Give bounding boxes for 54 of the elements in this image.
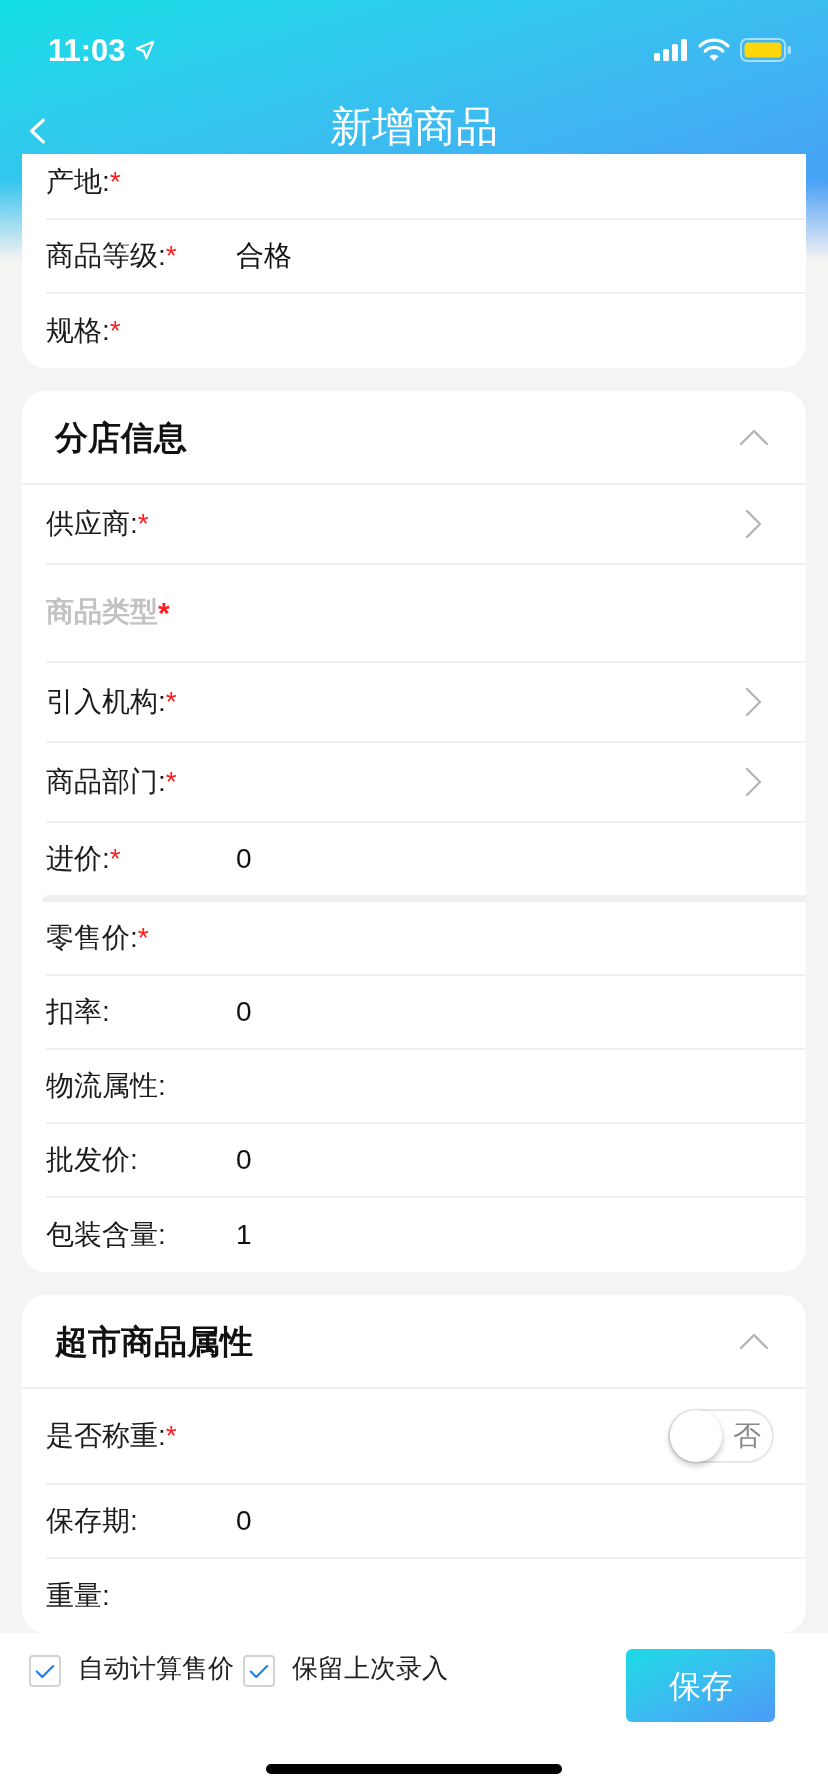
field-value[interactable]: 合格 <box>236 242 292 270</box>
status-time: 11:03 <box>48 34 126 66</box>
signal-icon <box>654 38 688 62</box>
checkmark-icon <box>35 1663 55 1679</box>
page-title: 新增商品 <box>330 102 498 148</box>
wifi-icon <box>698 38 730 62</box>
required-asterisk: * <box>165 1422 177 1450</box>
field-label: 包装含量: <box>46 1221 166 1249</box>
field-label: 供应商: <box>46 510 138 538</box>
field-value[interactable]: 0 <box>236 845 252 873</box>
field-label: 产地: <box>46 168 110 196</box>
checkbox[interactable] <box>243 1655 275 1687</box>
required-asterisk: * <box>109 845 121 873</box>
field-value[interactable]: 1 <box>236 1221 252 1249</box>
chevron-right-icon[interactable] <box>744 509 762 539</box>
chevron-up-icon[interactable] <box>739 1332 769 1350</box>
section-title: 超市商品属性 <box>55 1324 253 1358</box>
required-asterisk: * <box>165 688 177 716</box>
chevron-right-icon[interactable] <box>744 687 762 717</box>
field-label: 保存期: <box>46 1507 138 1535</box>
field-label: 进价: <box>46 845 110 873</box>
field-label: 商品部门: <box>46 768 166 796</box>
required-asterisk: * <box>109 317 121 345</box>
required-asterisk: * <box>158 598 170 628</box>
back-icon[interactable] <box>27 117 47 145</box>
chevron-right-icon[interactable] <box>744 767 762 797</box>
toggle-switch[interactable]: 否 <box>668 1409 774 1463</box>
required-asterisk: * <box>137 924 149 952</box>
field-value[interactable]: 0 <box>236 998 252 1026</box>
location-arrow-icon <box>133 39 156 61</box>
switch-thumb <box>670 1410 722 1462</box>
checkbox-label[interactable]: 自动计算售价 <box>78 1655 234 1681</box>
field-label: 扣率: <box>46 998 110 1026</box>
section-title: 分店信息 <box>55 420 187 454</box>
checkbox[interactable] <box>29 1655 61 1687</box>
field-label: 规格: <box>46 317 110 345</box>
field-label: 是否称重: <box>46 1422 166 1450</box>
field-label: 零售价: <box>46 924 138 952</box>
chevron-up-icon[interactable] <box>739 428 769 446</box>
checkmark-icon <box>249 1663 269 1679</box>
field-label: 重量: <box>46 1582 110 1610</box>
field-label: 商品类型 <box>46 598 158 626</box>
field-label: 批发价: <box>46 1146 138 1174</box>
field-label: 引入机构: <box>46 688 166 716</box>
field-value[interactable]: 0 <box>236 1146 252 1174</box>
checkbox-label[interactable]: 保留上次录入 <box>292 1655 448 1681</box>
field-label: 商品等级: <box>46 242 166 270</box>
battery-icon <box>740 38 792 62</box>
required-asterisk: * <box>165 242 177 270</box>
field-label: 物流属性: <box>46 1072 166 1100</box>
required-asterisk: * <box>137 510 149 538</box>
required-asterisk: * <box>109 168 121 196</box>
field-value[interactable]: 0 <box>236 1507 252 1535</box>
required-asterisk: * <box>165 768 177 796</box>
